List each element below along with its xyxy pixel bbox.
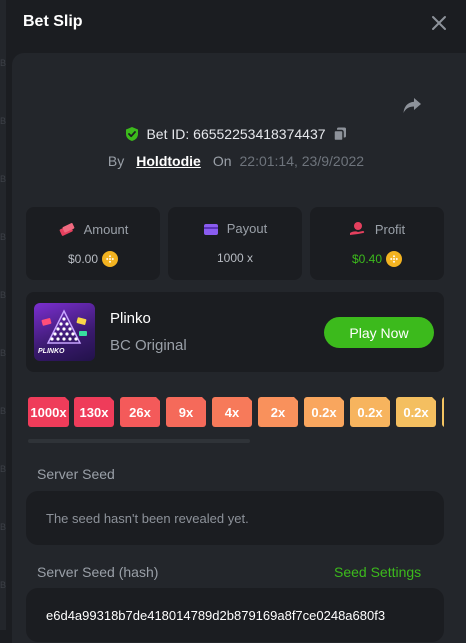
stat-payout: Payout 1000 x xyxy=(168,207,302,280)
username-link[interactable]: Holdtodie xyxy=(136,153,201,169)
coin-icon xyxy=(386,251,403,267)
stat-payout-value: 1000 x xyxy=(216,251,254,265)
game-thumbnail[interactable]: PLINKO xyxy=(34,303,95,361)
bet-stats: Amount $0.00 Payout 1000 x Profit $0.40 xyxy=(26,207,444,280)
copy-icon[interactable] xyxy=(332,126,348,142)
multiplier-slot: 26x xyxy=(120,397,161,427)
panel-title: Bet Slip xyxy=(23,13,83,30)
multiplier-slot: 1000x xyxy=(28,397,70,427)
stat-amount: Amount $0.00 xyxy=(26,207,160,280)
stat-profit: Profit $0.40 xyxy=(310,207,444,280)
multiplier-scrollbar[interactable] xyxy=(28,439,250,443)
game-provider: BC Original xyxy=(110,337,187,354)
server-seed-hash-label: Server Seed (hash) xyxy=(37,564,159,580)
bet-datetime: 22:01:14, 23/9/2022 xyxy=(239,153,365,169)
server-seed-hash-box: e6d4a99318b7de418014789d2b879169a8f7ce02… xyxy=(26,588,444,642)
server-seed-hash-value[interactable]: e6d4a99318b7de418014789d2b879169a8f7ce02… xyxy=(46,608,385,623)
stat-amount-label: Amount xyxy=(83,221,129,237)
play-now-button[interactable]: Play Now xyxy=(324,317,434,348)
bet-id-row: Bet ID: 66552253418374437 xyxy=(6,124,466,144)
header: Bet Slip xyxy=(6,0,466,52)
stat-amount-value: $0.00 xyxy=(67,252,99,266)
bet-slip-panel: Bet Slip Bet ID: 66552253418374437 By Ho… xyxy=(6,0,466,643)
game-card: PLINKO Plinko BC Original Play Now xyxy=(26,292,444,372)
bet-id: Bet ID: 66552253418374437 xyxy=(146,126,326,142)
server-seed-label: Server Seed xyxy=(37,466,115,482)
coin-icon xyxy=(102,251,119,267)
seed-settings-link[interactable]: Seed Settings xyxy=(334,564,421,580)
close-icon[interactable] xyxy=(428,12,450,34)
game-name: Plinko xyxy=(110,310,151,327)
share-icon[interactable] xyxy=(401,94,423,116)
verified-shield-icon xyxy=(126,127,139,141)
multiplier-slot: 130x xyxy=(74,397,115,427)
bet-author-row: By Holdtodie On 22:01:14, 23/9/2022 xyxy=(6,151,466,171)
server-seed-value: The seed hasn't been revealed yet. xyxy=(46,511,249,526)
multiplier-slot: 0.2x xyxy=(396,397,437,427)
wallet-icon xyxy=(203,223,218,235)
game-thumbnail-text: PLINKO xyxy=(38,348,65,355)
multiplier-slot: 0.2x xyxy=(304,397,345,427)
multiplier-slot: 9x xyxy=(166,397,207,427)
on-label: On xyxy=(212,153,232,169)
multiplier-slot-partial xyxy=(442,397,444,427)
stat-profit-label: Profit xyxy=(374,221,406,237)
stat-profit-value: $0.40 xyxy=(351,252,383,266)
multiplier-strip: 1000x 130x 26x 9x 4x 2x 0.2x 0.2x 0.2x xyxy=(28,397,444,427)
multiplier-slot: 2x xyxy=(258,397,299,427)
multiplier-slot: 4x xyxy=(212,397,253,427)
stat-payout-label: Payout xyxy=(226,221,268,236)
multiplier-slot: 0.2x xyxy=(350,397,391,427)
by-label: By xyxy=(107,153,125,169)
server-seed-box: The seed hasn't been revealed yet. xyxy=(26,491,444,545)
hand-money-icon xyxy=(349,222,364,235)
money-stack-icon xyxy=(59,223,74,236)
